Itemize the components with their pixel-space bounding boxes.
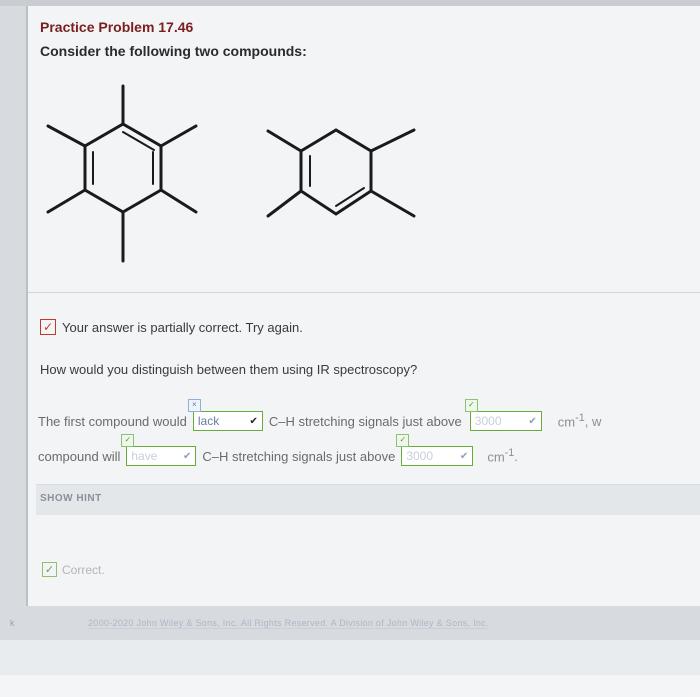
photo-bottom-shade [0, 675, 700, 697]
compound-structures [46, 84, 416, 263]
hint-bar [36, 484, 700, 515]
unit-2-exponent: -1 [504, 447, 515, 460]
unit-1: cm-1 [558, 412, 585, 429]
correct-label: Correct. [62, 562, 105, 577]
correct-status: ✓ Correct. [42, 562, 105, 577]
chevron-down-icon: ✔ [459, 450, 469, 462]
partially-correct-icon: ✓ [40, 319, 56, 335]
answer-line-2-suffix: . [514, 448, 518, 464]
compound-1-structure [46, 84, 198, 263]
unit-2: cm-1 [487, 447, 514, 464]
incorrect-mark-icon: × [187, 399, 201, 412]
question-text: How would you distinguish between them u… [40, 362, 418, 377]
checkmark-icon: ✓ [42, 562, 57, 577]
lack-have-select-2[interactable]: ✓ have ✔ [121, 434, 197, 466]
select-2-value: 3000 [474, 414, 502, 428]
problem-title: Practice Problem 17.46 [40, 19, 194, 35]
correct-mark-icon: ✓ [396, 434, 410, 447]
problem-panel: Practice Problem 17.46 Consider the foll… [26, 6, 700, 606]
select-3-value: have [131, 449, 158, 463]
compound-2-structure [266, 128, 416, 218]
photo-bottom-edge [0, 640, 700, 697]
unit-2-text: cm [487, 449, 505, 465]
wavenumber-select-2[interactable]: ✓ 3000 ✔ [396, 434, 474, 466]
correct-mark-icon: ✓ [121, 434, 135, 447]
back-link[interactable]: k [10, 618, 15, 628]
select-4-value: 3000 [406, 449, 434, 463]
chevron-down-icon: ✔ [528, 415, 537, 427]
answer-line-1-suffix: , w [584, 413, 602, 429]
select-1-value: lack [197, 414, 220, 428]
section-divider [28, 292, 700, 293]
copyright-text: 2000-2020 John Wiley & Sons, Inc. All Ri… [88, 618, 489, 629]
page-footer: k 2000-2020 John Wiley & Sons, Inc. All … [0, 614, 700, 636]
chevron-down-icon: ✔ [182, 450, 192, 462]
unit-1-text: cm [557, 414, 576, 430]
answer-line-1: The first compound would × lack ✔ C–H st… [38, 399, 602, 431]
problem-prompt: Consider the following two compounds: [40, 43, 307, 59]
chevron-down-icon: ✔ [249, 415, 258, 427]
status-text: Your answer is partially correct. Try ag… [62, 319, 303, 335]
answer-line-2-middle: C–H stretching signals just above [202, 448, 396, 464]
answer-line-2-prefix: compound will [38, 448, 121, 464]
unit-1-exponent: -1 [575, 412, 585, 425]
answer-line-1-middle: C–H stretching signals just above [268, 413, 462, 429]
wavenumber-select-1[interactable]: ✓ 3000 ✔ [464, 399, 542, 431]
feedback-status: ✓ Your answer is partially correct. Try … [40, 319, 303, 335]
answer-line-1-prefix: The first compound would [38, 413, 187, 429]
correct-mark-icon: ✓ [464, 399, 478, 412]
show-hint-button[interactable]: SHOW HINT [40, 493, 102, 504]
lack-have-select-1[interactable]: × lack ✔ [187, 399, 263, 431]
answer-line-2: compound will ✓ have ✔ C–H stretching si… [38, 434, 518, 466]
